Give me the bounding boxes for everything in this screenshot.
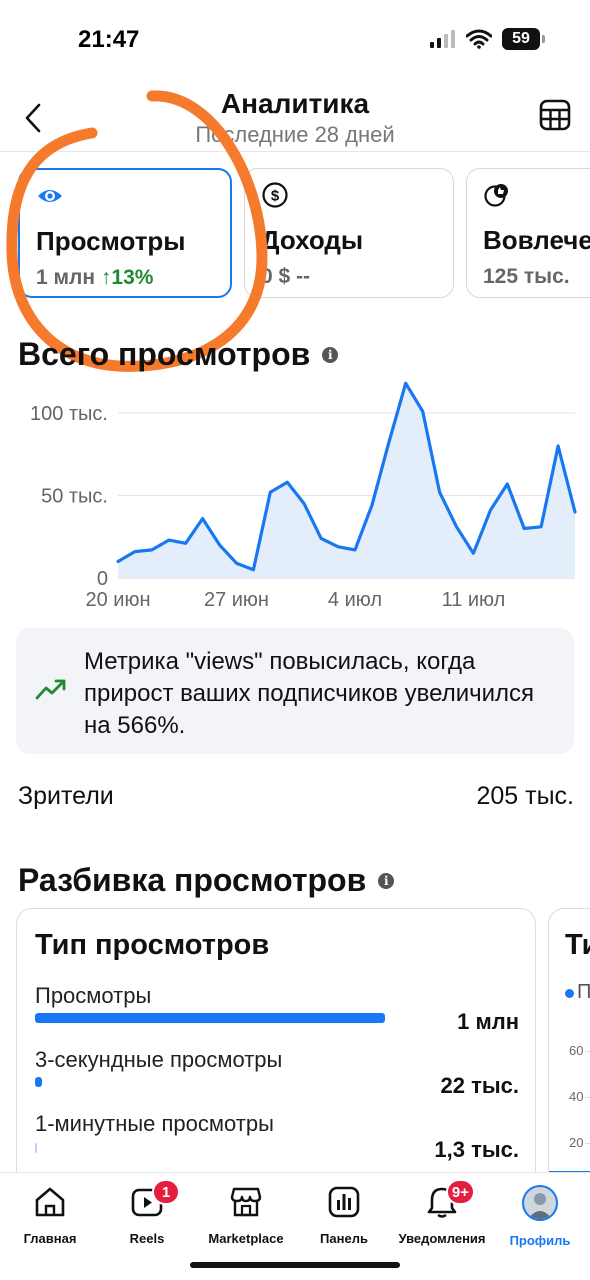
- table-icon: [539, 99, 571, 131]
- viewers-row: Зрители 205 тыс.: [18, 782, 574, 811]
- page-subtitle: Последние 28 дней: [195, 122, 395, 147]
- header-divider: [0, 151, 590, 152]
- home-icon: [33, 1185, 67, 1219]
- dollar-icon: $: [262, 182, 288, 208]
- view-type-value: 1 млн: [457, 1009, 519, 1034]
- tab-label: Marketplace: [208, 1231, 284, 1246]
- svg-text:$: $: [271, 188, 280, 205]
- tab-reels[interactable]: 1 Reels: [97, 1179, 197, 1246]
- views-title-text: Всего просмотров: [18, 336, 311, 372]
- status-icons: 59: [430, 28, 545, 50]
- view-type-label: 1-минутные просмотры: [35, 1111, 274, 1136]
- metric-value: 1 млн: [36, 266, 96, 289]
- x-tick-label: 27 июн: [204, 589, 269, 611]
- signal-icon: [430, 30, 455, 48]
- metric-change: ↑13%: [100, 266, 154, 289]
- viewers-value: 205 тыс.: [476, 782, 574, 810]
- x-tick-label: 11 июл: [442, 589, 506, 611]
- insight-card: Метрика "views" повысилась, когда прирос…: [16, 628, 574, 754]
- metric-card-value: 125 тыс.: [483, 265, 570, 288]
- header: Аналитика Последние 28 дней: [0, 80, 590, 152]
- breakdown-title-text: Разбивка просмотров: [18, 862, 367, 898]
- marketplace-icon: [229, 1185, 263, 1219]
- tab-label: Панель: [320, 1231, 368, 1246]
- metric-card-earnings[interactable]: $ Доходы 0 $ --: [244, 168, 454, 298]
- engagement-icon: [484, 184, 508, 207]
- metric-cards: Просмотры 1 млн ↑13% $ Доходы 0 $ -- Вов…: [16, 168, 590, 300]
- battery-level: 59: [512, 30, 530, 47]
- view-types-card[interactable]: Тип просмотров Просмотры 1 млн 3-секундн…: [16, 908, 536, 1178]
- tab-label: Уведомления: [398, 1231, 486, 1246]
- tab-dashboard[interactable]: Панель: [294, 1185, 394, 1246]
- x-tick-label: 4 июл: [328, 589, 382, 611]
- metric-card-label: Просмотры: [36, 226, 186, 256]
- tab-notifications[interactable]: 9+ Уведомления: [392, 1179, 492, 1246]
- grid-line: [585, 1051, 590, 1052]
- metric-card-label: Доходы: [261, 225, 364, 255]
- legend-dot: [565, 989, 574, 998]
- metric-card-engagement[interactable]: Вовлечен 125 тыс.: [466, 168, 590, 298]
- legend-label: П: [577, 981, 590, 1003]
- tick-label: 40: [569, 1089, 584, 1104]
- grid-line: [585, 1097, 590, 1098]
- notifications-icon: 9+: [425, 1179, 475, 1219]
- y-tick-label: 50 тыс.: [41, 486, 108, 508]
- viewers-label: Зрители: [18, 782, 114, 810]
- grid-line: [585, 1143, 590, 1144]
- trending-up-icon: [35, 679, 66, 700]
- metric-card-value: 0 $ --: [261, 265, 311, 288]
- tab-label: Главная: [23, 1231, 77, 1246]
- tab-label: Профиль: [509, 1233, 571, 1248]
- home-indicator: [190, 1262, 400, 1268]
- breakdown-section-title: Разбивка просмотров i: [18, 862, 395, 899]
- wifi-icon: [466, 29, 492, 49]
- table-view-button[interactable]: [538, 98, 574, 134]
- notifications-badge: 9+: [445, 1179, 475, 1205]
- view-type-bar: [35, 1077, 42, 1087]
- page-title: Аналитика: [220, 88, 370, 119]
- view-type-bar: [35, 1143, 37, 1153]
- view-type-bar: [35, 1013, 385, 1023]
- metric-card-label: Вовлечен: [483, 225, 590, 255]
- info-icon[interactable]: i: [322, 346, 339, 363]
- views-chart: 0 50 тыс. 100 тыс. 20 июн 27 июн 4 июл 11 июл: [30, 381, 577, 611]
- breakdown-card-2[interactable]: Ти П 60 40 20: [548, 908, 590, 1178]
- dashboard-icon: [327, 1185, 361, 1219]
- profile-avatar: [522, 1185, 558, 1221]
- tab-home[interactable]: Главная: [0, 1185, 100, 1246]
- tick-label: 60: [569, 1043, 584, 1058]
- view-types-title: Тип просмотров: [35, 929, 270, 961]
- status-time: 21:47: [78, 26, 140, 53]
- y-tick-label: 0: [97, 568, 108, 590]
- info-icon[interactable]: i: [378, 872, 395, 889]
- insight-text: Метрика "views" повысилась, когда прирос…: [84, 648, 535, 739]
- breakdown-card-2-title: Ти: [565, 929, 590, 961]
- view-type-value: 1,3 тыс.: [434, 1137, 519, 1162]
- views-section-title: Всего просмотров i: [18, 336, 339, 373]
- eye-icon: [38, 190, 62, 202]
- battery-icon: 59: [502, 28, 545, 50]
- metric-card-views[interactable]: Просмотры 1 млн ↑13%: [18, 168, 232, 298]
- tab-profile[interactable]: Профиль: [490, 1185, 590, 1248]
- view-type-value: 22 тыс.: [440, 1073, 520, 1098]
- reels-icon: 1: [130, 1179, 180, 1219]
- tick-label: 20: [569, 1135, 584, 1150]
- view-type-label: Просмотры: [35, 983, 152, 1008]
- status-bar: 21:47 59: [0, 0, 590, 80]
- tab-marketplace[interactable]: Marketplace: [196, 1185, 296, 1246]
- metric-card-value: 1 млн ↑13%: [36, 266, 153, 290]
- tab-label: Reels: [129, 1231, 165, 1246]
- y-tick-label: 100 тыс.: [30, 403, 108, 425]
- view-type-label: 3-секундные просмотры: [35, 1047, 283, 1072]
- x-tick-label: 20 июн: [85, 589, 150, 611]
- reels-badge: 1: [152, 1179, 180, 1205]
